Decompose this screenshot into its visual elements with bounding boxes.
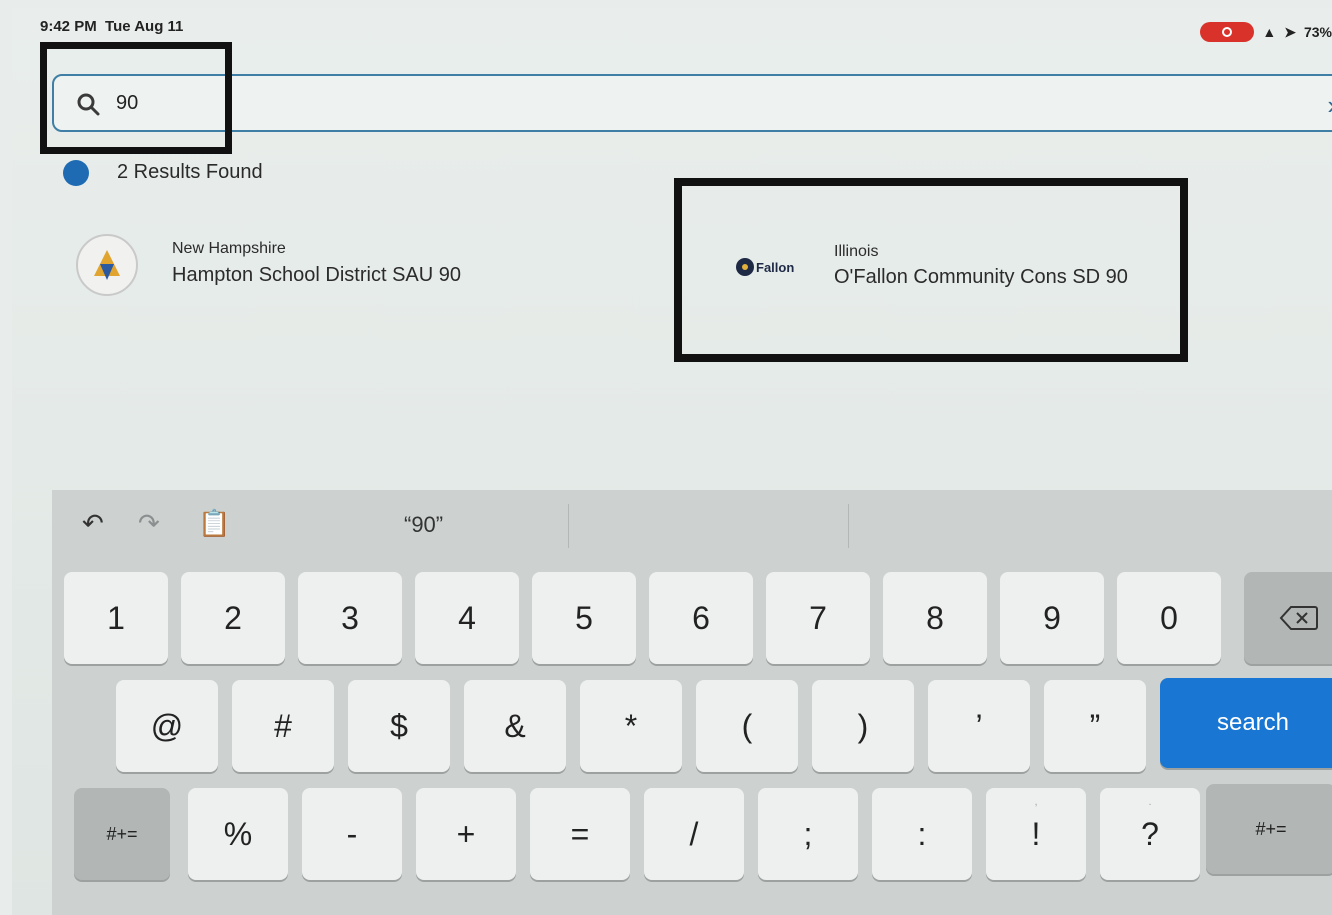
symbols-toggle-right[interactable]: #+= [1206,784,1332,874]
key-2[interactable]: 2 [181,572,285,664]
key-row2-5[interactable]: ( [696,680,798,772]
key-6[interactable]: 6 [649,572,753,664]
wifi-icon: ▲ [1262,24,1277,40]
key-row2-8[interactable]: ” [1044,680,1146,772]
annotation-box-search [40,42,232,154]
symbols-toggle-left[interactable]: #+= [74,788,170,880]
redo-icon[interactable]: ↷ [138,508,160,539]
key-row3-3[interactable]: = [530,788,630,880]
key-9[interactable]: 9 [1000,572,1104,664]
result-name: Hampton School District SAU 90 [172,264,462,286]
search-key[interactable]: search [1160,678,1332,768]
key-4[interactable]: 4 [415,572,519,664]
battery-percent: 73% [1303,24,1332,40]
key-row2-1[interactable]: # [232,680,334,772]
key-row2-2[interactable]: $ [348,680,450,772]
keyboard-suggestion-bar: ↶ ↷ 📋 “90” [52,490,1332,562]
delete-icon [1279,606,1318,630]
suggestion-90[interactable]: “90” [404,512,443,538]
key-row2-6[interactable]: ) [812,680,914,772]
results-count: 2 Results Found [117,161,263,183]
key-row2-0[interactable]: @ [116,680,218,772]
key-row2-7[interactable]: ’ [928,680,1030,772]
annotation-box-result [674,178,1188,362]
status-icons: ▲ ➤ 73% [1200,22,1332,42]
result-state: New Hampshire [172,240,286,257]
onscreen-keyboard: ↶ ↷ 📋 “90” 1 2 3 4 5 6 7 8 9 0 @ # $ & *()’” search #+=%… [52,490,1332,915]
key-row2-4[interactable]: * [580,680,682,772]
key-3[interactable]: 3 [298,572,402,664]
key-5[interactable]: 5 [532,572,636,664]
key-row2-3[interactable]: & [464,680,566,772]
key-row3-4[interactable]: / [644,788,744,880]
delete-key[interactable] [1244,572,1332,664]
key-0[interactable]: 0 [1117,572,1221,664]
key-row3-8[interactable]: .? [1100,788,1200,880]
screen-recording-icon [1200,22,1255,42]
key-row3-1[interactable]: - [302,788,402,880]
key-8[interactable]: 8 [883,572,987,664]
undo-icon[interactable]: ↶ [82,508,104,539]
key-row3-7[interactable]: ,! [986,788,1086,880]
status-time: 9:42 PM Tue Aug 11 [40,18,184,35]
results-indicator-dot [63,160,89,186]
key-row3-2[interactable]: + [416,788,516,880]
paste-icon[interactable]: 📋 [198,508,230,539]
search-input[interactable]: 90 › [52,74,1332,132]
location-icon: ➤ [1284,23,1296,40]
key-row3-5[interactable]: ; [758,788,858,880]
key-row3-0[interactable]: % [188,788,288,880]
key-row3-6[interactable]: : [872,788,972,880]
key-7[interactable]: 7 [766,572,870,664]
key-1[interactable]: 1 [64,572,168,664]
seal-icon [76,234,138,296]
close-icon[interactable]: › [1327,90,1332,121]
